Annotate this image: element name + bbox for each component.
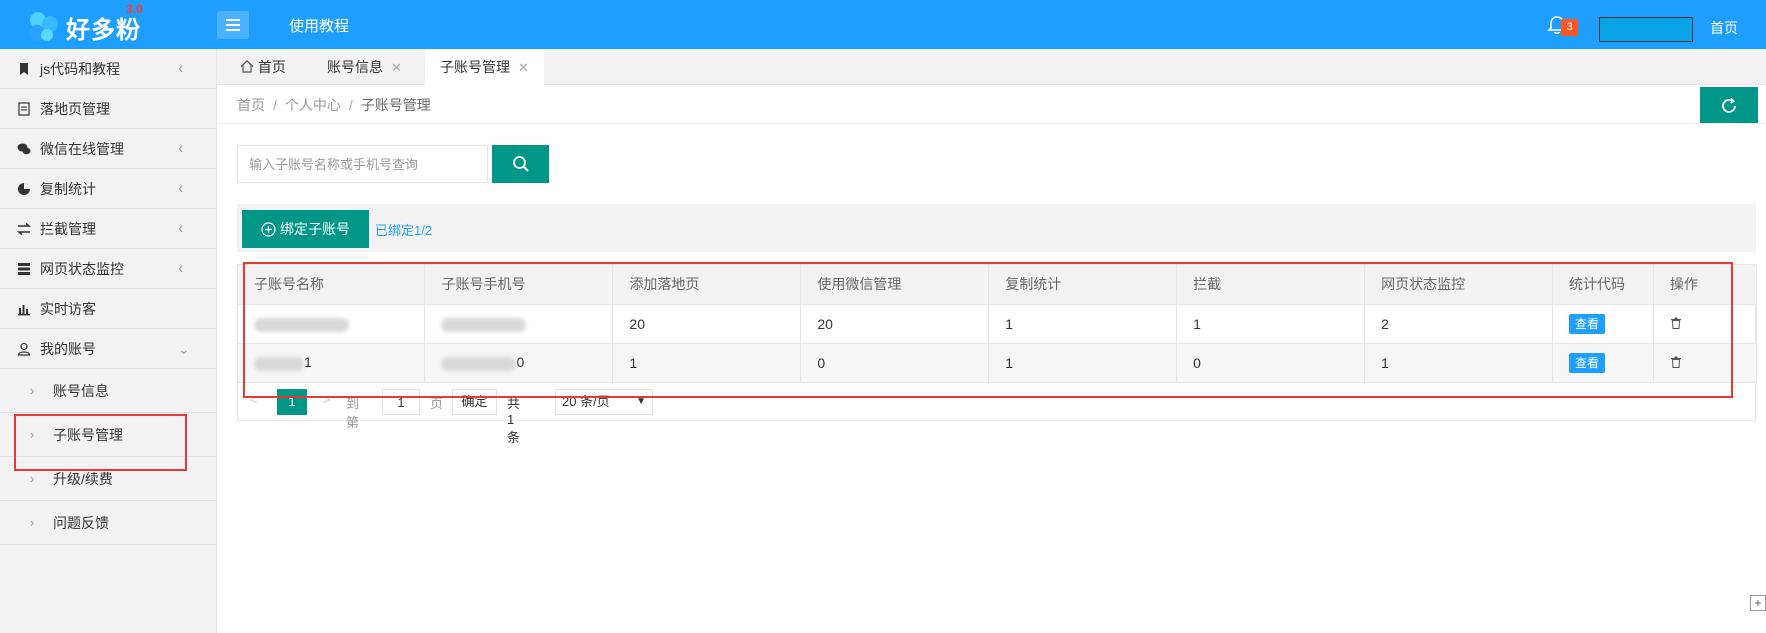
sidebar-item-label: 拦截管理 <box>40 221 96 237</box>
goto-label: 到第 <box>346 396 360 430</box>
chevron-right-icon: › <box>30 515 35 530</box>
refresh-icon <box>1722 97 1736 113</box>
pie-chart-icon <box>18 183 30 195</box>
search-icon <box>512 156 529 172</box>
server-icon <box>18 263 30 275</box>
chevron-left-icon: ‹ <box>178 180 184 197</box>
user-account-box[interactable] <box>1599 17 1693 42</box>
sidebar-item-label: 复制统计 <box>40 181 96 197</box>
search-button[interactable] <box>492 145 549 183</box>
chevron-left-icon: ‹ <box>178 140 184 157</box>
menu-toggle-button[interactable] <box>217 11 249 39</box>
sidebar-item-intercept[interactable]: 拦截管理 ‹ <box>0 209 216 249</box>
bar-chart-icon <box>18 305 30 316</box>
sidebar-item-label: 实时访客 <box>40 301 96 317</box>
sidebar: js代码和教程 ‹ 落地页管理 微信在线管理 ‹ 复制统计 ‹ 拦截管理 ‹ 网… <box>0 49 217 633</box>
sidebar-item-copy-stats[interactable]: 复制统计 ‹ <box>0 169 216 209</box>
table-toolbar: 绑定子账号 已绑定1/2 <box>237 204 1756 252</box>
tab-label: 首页 <box>257 59 286 75</box>
sidebar-subitem-label: 问题反馈 <box>53 515 109 531</box>
logo-version: 3.0 <box>126 2 143 16</box>
sidebar-item-my-account[interactable]: 我的账号 ⌄ <box>0 329 216 369</box>
chevron-left-icon: ‹ <box>178 260 184 277</box>
sidebar-item-wechat[interactable]: 微信在线管理 ‹ <box>0 129 216 169</box>
top-header: 好多粉 3.0 使用教程 3 首页 <box>0 0 1766 49</box>
tab-account-info[interactable]: 账号信息 ✕ <box>327 49 402 85</box>
chevron-left-icon: ‹ <box>178 60 184 77</box>
bookmark-icon <box>20 63 28 75</box>
sidebar-item-realtime-visitors[interactable]: 实时访客 <box>0 289 216 329</box>
logo[interactable]: 好多粉 3.0 <box>26 2 216 44</box>
document-icon <box>18 102 30 116</box>
breadcrumb-home[interactable]: 首页 <box>237 97 265 113</box>
sidebar-item-label: js代码和教程 <box>40 61 121 77</box>
refresh-button[interactable] <box>1700 87 1758 124</box>
sidebar-item-web-monitor[interactable]: 网页状态监控 ‹ <box>0 249 216 289</box>
clover-logo-icon <box>29 12 58 41</box>
tab-home[interactable]: 首页 <box>240 49 286 85</box>
bind-sub-account-button[interactable]: 绑定子账号 <box>242 210 369 248</box>
bind-count-text: 已绑定1/2 <box>375 223 433 238</box>
sidebar-subitem-feedback[interactable]: › 问题反馈 <box>0 501 216 545</box>
breadcrumb-current: 子账号管理 <box>360 97 431 113</box>
notification-badge: 3 <box>1561 19 1578 36</box>
tab-label: 子账号管理 <box>440 59 510 75</box>
bind-button-label: 绑定子账号 <box>280 221 350 237</box>
table-highlight-box <box>243 262 1733 398</box>
header-home-link[interactable]: 首页 <box>1710 18 1738 38</box>
swap-icon <box>17 222 31 236</box>
sidebar-item-label: 落地页管理 <box>40 101 110 117</box>
sidebar-item-label: 微信在线管理 <box>40 141 124 157</box>
menu-icon <box>226 19 240 31</box>
chevron-right-icon: › <box>30 383 35 398</box>
breadcrumb-parent[interactable]: 个人中心 <box>285 97 341 113</box>
expand-icon[interactable]: + <box>1750 595 1766 611</box>
plus-circle-icon <box>261 221 276 237</box>
search-input[interactable] <box>237 145 488 183</box>
sidebar-item-js-code[interactable]: js代码和教程 ‹ <box>0 49 216 89</box>
sidebar-item-landing-page[interactable]: 落地页管理 <box>0 89 216 129</box>
sidebar-highlight-box <box>14 414 187 471</box>
close-icon[interactable]: ✕ <box>518 60 529 75</box>
chevron-down-icon: ⌄ <box>178 341 190 357</box>
sidebar-item-label: 网页状态监控 <box>40 261 124 277</box>
tab-sub-account[interactable]: 子账号管理 ✕ <box>425 49 544 85</box>
home-icon <box>240 60 254 73</box>
sidebar-subitem-label: 账号信息 <box>53 383 109 399</box>
tutorial-link[interactable]: 使用教程 <box>289 15 349 36</box>
total-count: 共 1 条 <box>507 396 521 445</box>
tab-bar: 首页 账号信息 ✕ 子账号管理 ✕ <box>217 49 1766 85</box>
sidebar-item-label: 我的账号 <box>40 341 96 357</box>
close-icon[interactable]: ✕ <box>391 60 402 75</box>
divider <box>217 123 1766 124</box>
user-icon <box>17 342 31 356</box>
tab-label: 账号信息 <box>327 59 383 75</box>
chevron-left-icon: ‹ <box>178 220 184 237</box>
sidebar-subitem-account-info[interactable]: › 账号信息 <box>0 369 216 413</box>
breadcrumb: 首页 / 个人中心 / 子账号管理 <box>237 97 431 113</box>
wechat-icon <box>17 143 31 155</box>
